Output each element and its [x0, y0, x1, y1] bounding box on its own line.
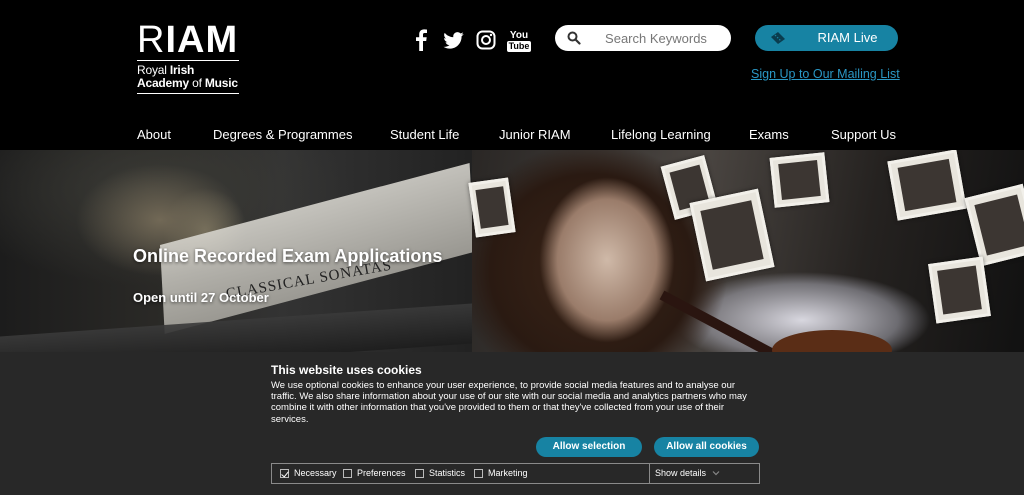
checkbox-preferences[interactable]: [343, 468, 352, 478]
cookie-body-text: We use optional cookies to enhance your …: [271, 380, 747, 425]
checkbox-marketing[interactable]: [474, 468, 483, 478]
twitter-icon[interactable]: [442, 28, 464, 52]
search-icon: [567, 31, 581, 45]
consent-statistics-label: Statistics: [429, 468, 466, 478]
nav-item-junior-riam[interactable]: Junior RIAM: [499, 127, 571, 142]
consent-marketing-label: Marketing: [488, 468, 528, 478]
show-details-label: Show details: [655, 468, 707, 478]
consent-preferences[interactable]: Preferences: [343, 468, 406, 478]
consent-divider: [649, 464, 650, 483]
cello-neck: [659, 290, 788, 352]
logo-text-irish: Irish: [169, 63, 195, 77]
logo-mark-r: R: [137, 19, 166, 61]
logo-text-royal: Royal: [137, 63, 170, 77]
cookie-banner: This website uses cookies We use optiona…: [0, 352, 1024, 495]
logo-text-music: Music: [204, 76, 238, 90]
logo-line-2: Academy of Music: [137, 77, 241, 90]
wall-photo: [887, 150, 967, 221]
youtube-icon[interactable]: You Tube: [506, 28, 532, 54]
chevron-down-icon: [712, 471, 720, 476]
wall-photo: [769, 152, 830, 208]
search-input[interactable]: [589, 28, 723, 48]
hero-subtitle: Open until 27 October: [133, 290, 269, 305]
consent-preferences-label: Preferences: [357, 468, 406, 478]
nav-item-student-life[interactable]: Student Life: [390, 127, 459, 142]
logo-wordmark: RIAM: [137, 19, 241, 61]
hero-title[interactable]: Online Recorded Exam Applications: [133, 246, 442, 267]
facebook-icon[interactable]: [414, 28, 428, 52]
nav-item-exams[interactable]: Exams: [749, 127, 789, 142]
logo-rule-bottom: [137, 93, 239, 94]
nav-item-about[interactable]: About: [137, 127, 171, 142]
mailing-list-link[interactable]: Sign Up to Our Mailing List: [751, 67, 900, 81]
cookie-consent-options: Necessary Preferences Statistics Marketi…: [271, 463, 760, 484]
youtube-text-you: You: [509, 29, 529, 41]
wall-photo: [689, 188, 775, 282]
consent-marketing[interactable]: Marketing: [474, 468, 528, 478]
search-box[interactable]: [555, 25, 731, 51]
wall-photo: [964, 183, 1024, 267]
checkbox-statistics[interactable]: [415, 468, 424, 478]
ticket-icon: [771, 32, 785, 44]
allow-all-cookies-button[interactable]: Allow all cookies: [654, 437, 759, 457]
cello-body: [772, 330, 892, 352]
wall-photo: [468, 177, 516, 238]
wall-photo: [928, 256, 991, 324]
consent-necessary-label: Necessary: [294, 468, 337, 478]
nav-item-lifelong-learning[interactable]: Lifelong Learning: [611, 127, 711, 142]
youtube-text-tube: Tube: [506, 40, 532, 52]
riam-live-label: RIAM Live: [817, 30, 878, 45]
logo-mark-iam: IAM: [165, 19, 239, 61]
nav-item-support-us[interactable]: Support Us: [831, 127, 896, 142]
consent-statistics[interactable]: Statistics: [415, 468, 465, 478]
riam-logo[interactable]: RIAM Royal Irish Academy of Music: [137, 19, 241, 94]
main-nav: About Degrees & Programmes Student Life …: [0, 127, 1024, 143]
logo-text-academy: Academy: [137, 76, 193, 90]
riam-live-button[interactable]: RIAM Live: [755, 25, 898, 51]
instagram-icon[interactable]: [475, 28, 497, 52]
logo-text-of: of: [192, 76, 205, 90]
nav-item-degrees-programmes[interactable]: Degrees & Programmes: [213, 127, 352, 142]
show-details-toggle[interactable]: Show details: [655, 468, 720, 478]
hero-banner[interactable]: CLASSICAL SONATAS Online Recorded Exam A…: [0, 150, 1024, 352]
cookie-heading: This website uses cookies: [271, 363, 422, 377]
hero-image-right: [468, 150, 1024, 352]
checkbox-necessary[interactable]: [280, 468, 289, 478]
consent-necessary[interactable]: Necessary: [280, 468, 337, 478]
allow-selection-button[interactable]: Allow selection: [536, 437, 642, 457]
